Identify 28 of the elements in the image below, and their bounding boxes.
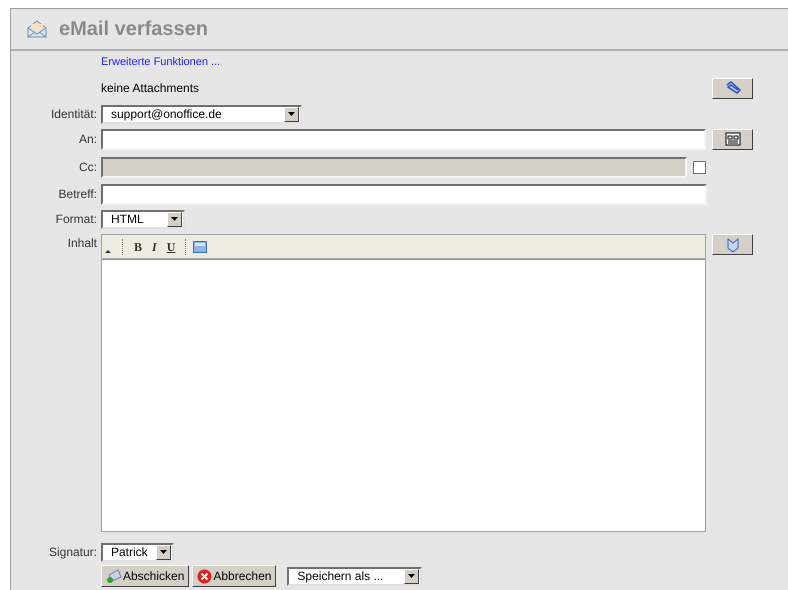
identity-select[interactable]: support@onoffice.de xyxy=(101,104,302,124)
save-as-select[interactable]: Speichern als ... xyxy=(287,566,422,586)
paperclip-icon xyxy=(724,81,740,95)
header-title: eMail verfassen xyxy=(59,17,208,42)
underline-button[interactable]: U xyxy=(166,238,176,256)
template-button[interactable] xyxy=(712,234,753,255)
cc-label: Cc: xyxy=(79,159,97,176)
address-card-icon xyxy=(724,132,740,146)
content-label: Inhalt xyxy=(68,235,97,252)
signature-select[interactable]: Patrick xyxy=(101,542,174,562)
image-icon[interactable] xyxy=(193,240,208,252)
close-icon xyxy=(197,568,212,584)
to-field[interactable] xyxy=(101,128,706,150)
signature-label: Signatur: xyxy=(48,544,97,561)
format-label: Format: xyxy=(56,211,97,228)
identity-label: Identität: xyxy=(50,106,97,123)
bold-button[interactable]: B xyxy=(134,238,142,256)
subject-label: Betreff: xyxy=(58,186,97,203)
subject-field[interactable] xyxy=(101,184,707,204)
format-select[interactable]: HTML xyxy=(101,210,185,228)
cancel-button[interactable]: Abbrechen xyxy=(192,565,276,587)
send-button[interactable]: Abschicken xyxy=(101,565,190,587)
advanced-functions-link[interactable]: Erweiterte Funktionen ... xyxy=(101,54,220,70)
italic-button[interactable]: I xyxy=(152,238,157,256)
address-book-button[interactable] xyxy=(712,128,753,150)
attach-button[interactable] xyxy=(712,78,753,98)
attachments-text: keine Attachments xyxy=(101,80,200,97)
to-label: An: xyxy=(78,131,97,148)
